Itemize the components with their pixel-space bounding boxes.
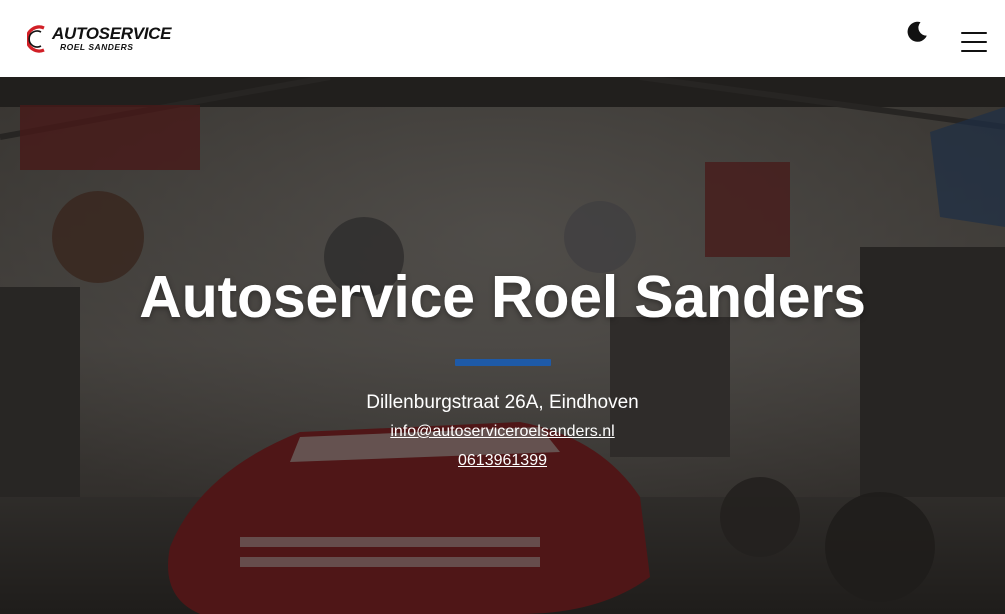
- phone-link[interactable]: 0613961399: [458, 452, 547, 470]
- email-link[interactable]: info@autoserviceroelsanders.nl: [390, 423, 614, 441]
- site-header: AUTOSERVICE ROEL SANDERS: [0, 0, 1005, 77]
- logo-subtitle: ROEL SANDERS: [60, 42, 134, 53]
- hero-content: Autoservice Roel Sanders Dillenburgstraa…: [0, 77, 1005, 614]
- logo[interactable]: AUTOSERVICE ROEL SANDERS: [27, 22, 171, 56]
- logo-swoosh-icon: [27, 24, 45, 53]
- hero-address: Dillenburgstraat 26A, Eindhoven: [366, 392, 639, 413]
- hamburger-menu-icon[interactable]: [961, 31, 987, 52]
- logo-title: AUTOSERVICE: [52, 24, 172, 44]
- header-actions: [905, 21, 987, 52]
- hero-title: Autoservice Roel Sanders: [139, 264, 866, 330]
- hero-section: Autoservice Roel Sanders Dillenburgstraa…: [0, 77, 1005, 614]
- hero-divider: [454, 359, 551, 366]
- moon-icon[interactable]: [905, 20, 929, 44]
